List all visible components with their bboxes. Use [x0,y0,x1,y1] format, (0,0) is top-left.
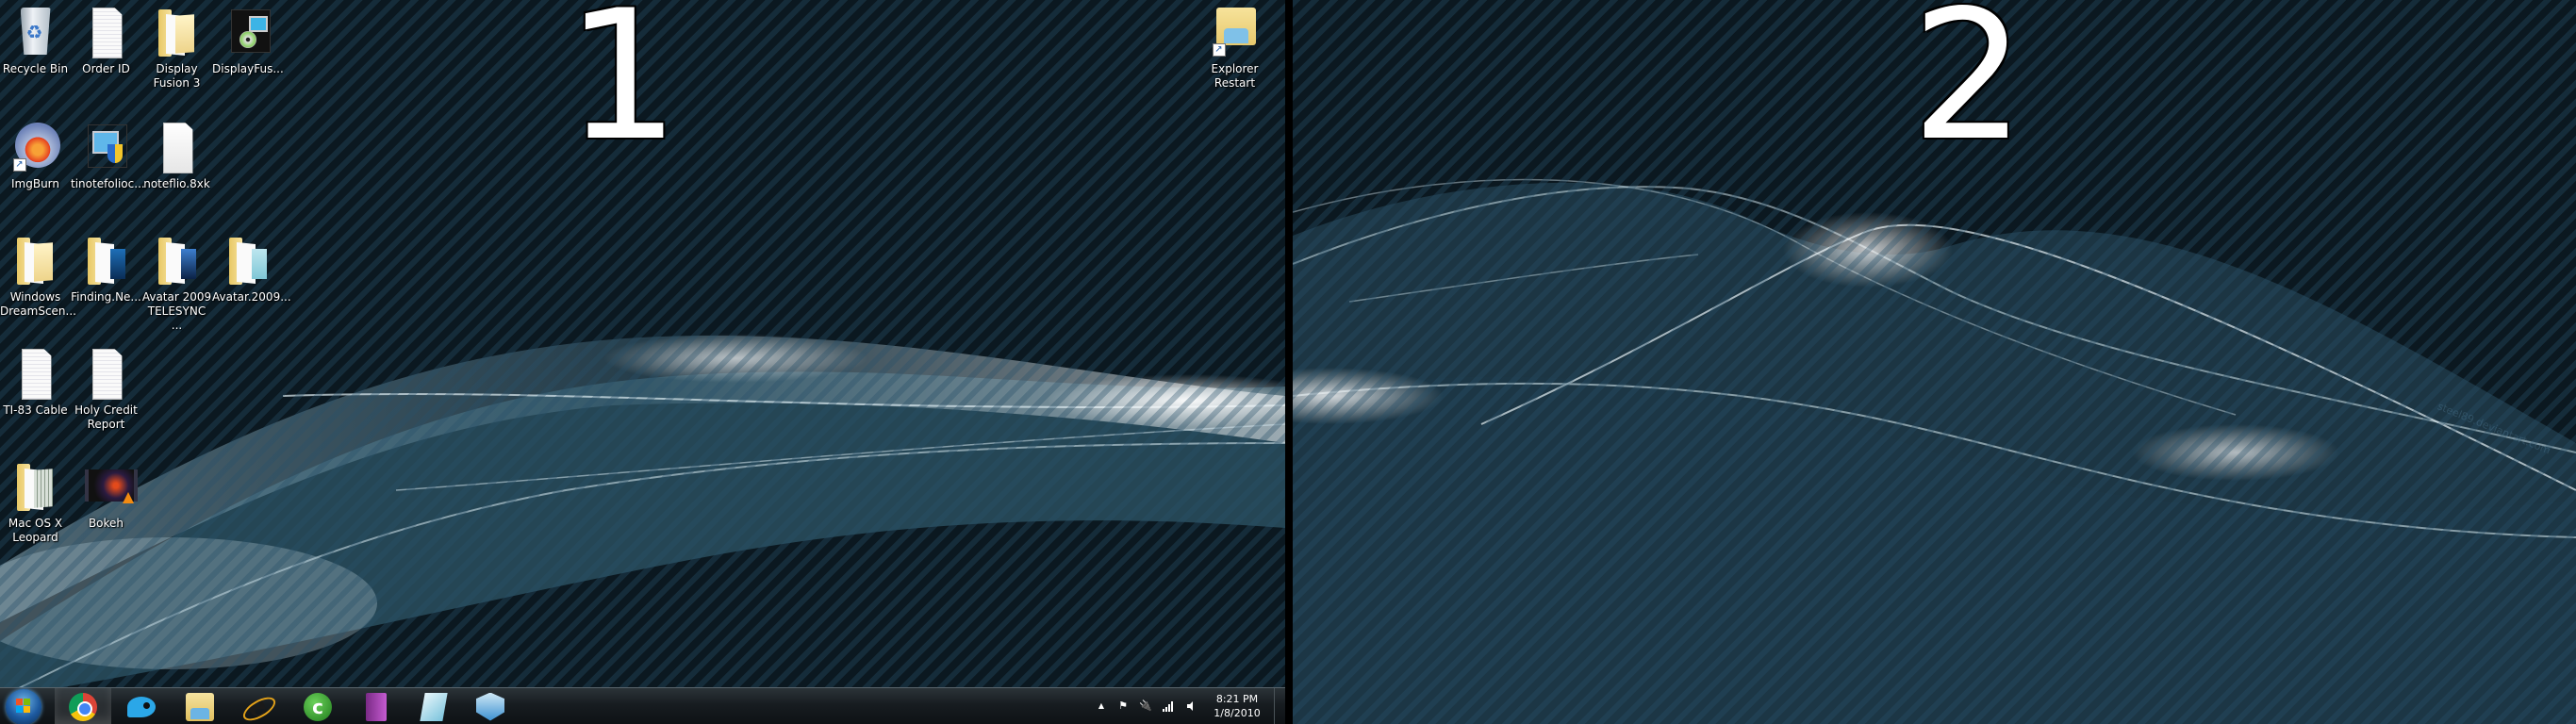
desktop-icon-explorer-restart[interactable]: ↗ Explorer Restart [1199,6,1270,90]
icon-label: Recycle Bin [2,62,69,75]
icon-label: Avatar.2009... [212,290,291,304]
desktop-icon-displayfusion-setup[interactable]: DisplayFus... [212,6,284,76]
desktop-icon-noteflio[interactable]: noteflio.8xk [141,121,212,191]
shortcut-arrow-icon: ↗ [1212,43,1226,57]
icon-label: Windows DreamScen... [0,290,76,318]
vlc-cone-icon [122,492,134,503]
system-tray: ▲ ⚑ 🔌 8:21 PM 1/8/2010 [0,688,1285,724]
clock-time: 8:21 PM [1215,693,1259,705]
folder-icon [87,238,125,285]
icon-label: Explorer Restart [1211,62,1259,90]
folder-icon [157,238,196,285]
desktop-icon-recycle-bin[interactable]: Recycle Bin [0,6,71,76]
folder-icon [157,9,196,57]
icon-label: TI-83 Cable [3,403,68,417]
monitor-divider [1285,0,1293,724]
desktop-icon-windows-dreamscene[interactable]: Windows DreamScen... [0,234,76,319]
power-battery-icon[interactable]: 🔌 [1139,699,1152,713]
show-hidden-icons-button[interactable]: ▲ [1095,699,1108,713]
clock-date: 1/8/2010 [1214,707,1261,719]
clock[interactable]: 8:21 PM 1/8/2010 [1209,692,1265,720]
monitor-1-desktop[interactable]: 1 Recycle Bin Order ID Display Fusion 3 … [0,0,1285,724]
icon-label: Bokeh [88,517,124,530]
icon-label: Mac OS X Leopard [8,517,63,544]
icon-label: tinotefolioc... [71,177,145,190]
explorer-shortcut-icon [1215,8,1256,45]
icon-label: Holy Credit Report [74,403,138,431]
network-signal-icon[interactable] [1162,699,1175,713]
desktop-icon-tinotefolio[interactable]: tinotefolioc... [71,121,145,191]
taskbar: e c ▲ ⚑ 🔌 8:21 PM 1/8/2010 [0,687,1285,724]
text-document-icon [21,349,52,400]
desktop-icon-imgburn[interactable]: ↗ ImgBurn [0,121,71,191]
monitor-2-desktop[interactable]: steel89.deviantart.com 2 [1293,0,2576,724]
monitor-number-label: 2 [1911,0,2025,180]
setup-shield-icon [87,124,127,168]
folder-icon [16,238,55,285]
icon-label: Display Fusion 3 [153,62,201,90]
desktop-icon-holy-credit-report[interactable]: Holy Credit Report [71,347,141,432]
desktop-icon-ti83-cable[interactable]: TI-83 Cable [0,347,71,418]
recycle-bin-icon [20,8,51,55]
shortcut-arrow-icon: ↗ [12,158,26,172]
video-file-icon [84,469,138,503]
desktop-icon-avatar-2009[interactable]: Avatar.2009... [212,234,291,304]
desktop-icon-bokeh[interactable]: Bokeh [71,460,141,531]
desktop-icon-order-id[interactable]: Order ID [71,6,141,76]
folder-icon [16,464,55,511]
desktop-icon-avatar-telesync[interactable]: Avatar 2009 TELESYNC ... [141,234,212,333]
installer-icon [230,9,271,53]
icon-label: Finding.Ne... [71,290,141,304]
action-center-flag-icon[interactable]: ⚑ [1116,699,1130,713]
folder-icon [228,238,267,285]
blank-document-icon [162,123,193,173]
icon-label: ImgBurn [10,177,59,190]
icon-label: Avatar 2009 TELESYNC ... [141,290,212,332]
icon-label: DisplayFus... [212,62,284,75]
icon-label: Order ID [82,62,130,75]
text-document-icon [91,349,123,400]
text-document-icon [91,8,123,58]
desktop-icon-display-fusion-3[interactable]: Display Fusion 3 [141,6,212,90]
show-desktop-button[interactable] [1274,688,1285,724]
desktop-icon-mac-os-x-leopard[interactable]: Mac OS X Leopard [0,460,71,545]
icon-label: noteflio.8xk [143,177,210,190]
desktop-icon-finding-nemo[interactable]: Finding.Ne... [71,234,141,304]
volume-speaker-icon[interactable] [1184,699,1197,713]
monitor-number-label: 1 [566,0,680,180]
